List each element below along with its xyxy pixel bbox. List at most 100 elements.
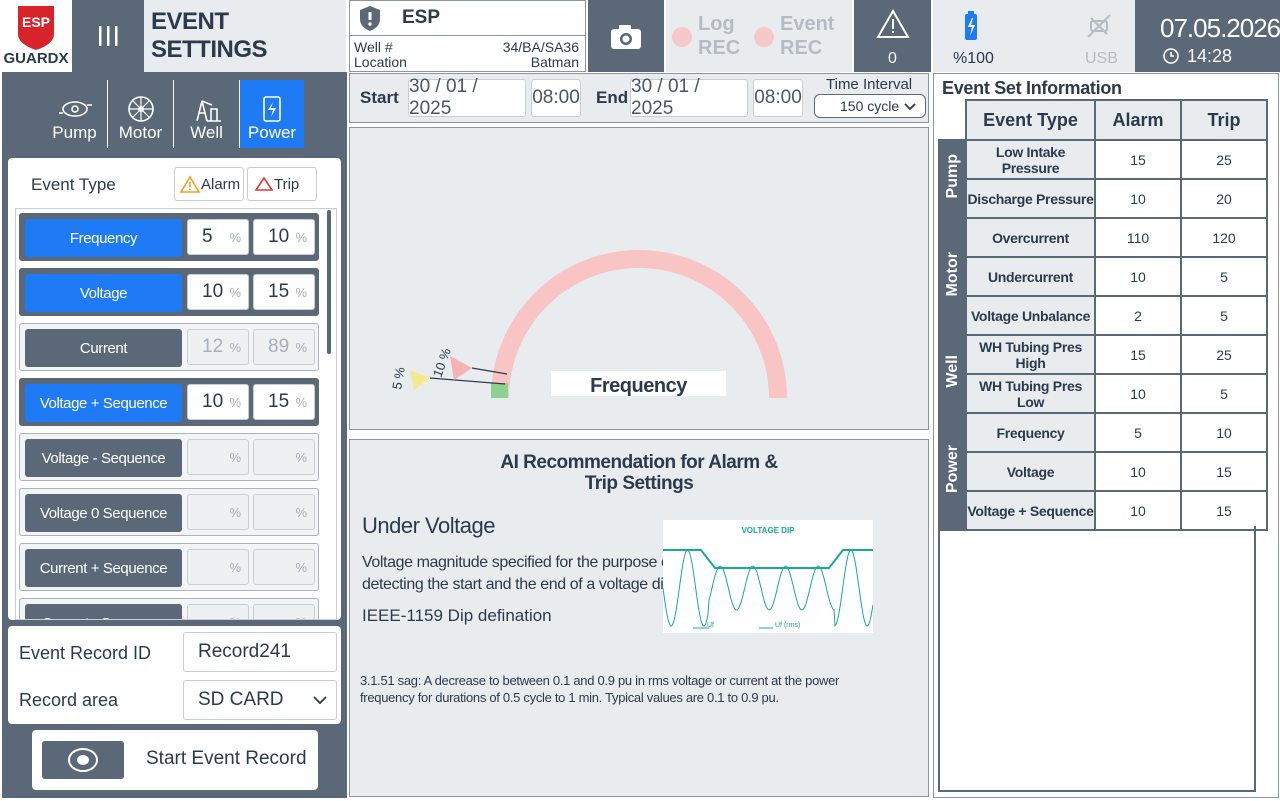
event-row[interactable]: Current - Sequence % % — [19, 598, 319, 619]
info-title: Event Set Information — [942, 78, 1122, 98]
event-row-label[interactable]: Current — [25, 329, 182, 367]
trip-threshold-input[interactable]: 15% — [253, 274, 315, 310]
percent-unit: % — [295, 559, 307, 575]
ai-title: AI Recommendation for Alarm & Trip Setti… — [350, 452, 928, 494]
percent-unit: % — [229, 559, 241, 575]
event-row[interactable]: Voltage 0 Sequence % % — [19, 488, 319, 536]
trip-threshold-input[interactable]: 15% — [253, 384, 315, 420]
alarm-cell: 10 — [1094, 373, 1182, 414]
location-label: Location — [354, 54, 407, 70]
ai-note-line2: frequency for durations of 0.5 cycle to … — [360, 690, 779, 705]
pump-icon — [58, 101, 92, 117]
time-interval-label: Time Interval — [826, 76, 913, 93]
trip-threshold-input[interactable]: 10% — [253, 219, 315, 255]
alarm-threshold-input[interactable]: 12% — [187, 329, 249, 365]
alarm-marker-icon — [410, 370, 430, 390]
trip-threshold-input[interactable]: % — [253, 549, 315, 585]
event-row-label[interactable]: Current - Sequence — [25, 604, 182, 619]
recording-status: Log REC Event REC — [666, 0, 852, 72]
end-date-input[interactable]: 30 / 01 / 2025 — [630, 76, 748, 119]
alarm-threshold-input[interactable]: % — [187, 549, 249, 585]
alarm-threshold-input[interactable]: 10% — [187, 384, 249, 420]
event-row[interactable]: Current 12% 89% — [19, 323, 319, 371]
menu-button[interactable] — [72, 0, 144, 72]
table-row: Pump Low Intake Pressure 15 25 — [938, 139, 1268, 219]
event-row-label[interactable]: Frequency — [25, 219, 182, 257]
trip-cell: 25 — [1180, 334, 1268, 375]
alarm-threshold-input[interactable]: 10% — [187, 274, 249, 310]
alarm-threshold-value: 12 — [202, 336, 224, 357]
alarm-threshold-input[interactable]: % — [187, 494, 249, 530]
gauge-ok-zone — [491, 383, 508, 398]
record-area-select[interactable]: SD CARD — [183, 680, 337, 720]
screenshot-button[interactable] — [588, 0, 664, 72]
alarm-threshold-value: 5 — [202, 226, 213, 247]
event-row[interactable]: Voltage + Sequence 10% 15% — [19, 378, 319, 426]
percent-unit: % — [295, 504, 307, 520]
voltage-dip-chart: VOLTAGE DIP Uf Uf (rms) — [663, 520, 873, 633]
percent-unit: % — [295, 449, 307, 465]
ai-recommendation-panel: AI Recommendation for Alarm & Trip Setti… — [349, 439, 929, 797]
trip-threshold-input[interactable]: % — [253, 439, 315, 475]
alarm-threshold-value: 10 — [202, 391, 224, 412]
trip-threshold-value: 10 — [268, 226, 290, 247]
alerts-button[interactable]: 0 — [854, 0, 931, 72]
event-row[interactable]: Current + Sequence % % — [19, 543, 319, 591]
percent-unit: % — [229, 504, 241, 520]
event-rec-button[interactable]: Event REC — [780, 12, 834, 60]
tab-well[interactable]: Well — [174, 80, 240, 148]
trip-cell: 25 — [1180, 139, 1268, 180]
device-info: ESP Well # 34/BA/SA36 Location Batman — [349, 0, 586, 72]
power-toggle-icon — [68, 748, 98, 772]
end-time-input[interactable]: 08:00 — [753, 79, 803, 117]
start-time-input[interactable]: 08:00 — [531, 79, 581, 117]
group-label: Power — [938, 412, 967, 531]
tab-motor[interactable]: Motor — [108, 80, 174, 148]
trip-cell: 120 — [1180, 217, 1268, 258]
time-interval-value: 150 cycle — [840, 98, 900, 114]
record-settings-card: Event Record ID Record241 Record area SD… — [8, 626, 341, 724]
log-rec-button[interactable]: Log REC — [698, 12, 740, 60]
event-row-label[interactable]: Voltage 0 Sequence — [25, 494, 182, 532]
tab-pump[interactable]: Pump — [42, 80, 108, 148]
alarm-threshold-input[interactable]: % — [187, 439, 249, 475]
alarm-cell: 2 — [1094, 295, 1182, 336]
current-time: 14:28 — [1187, 46, 1233, 66]
alarm-triangle-icon — [179, 175, 201, 193]
tab-power[interactable]: Power — [240, 80, 304, 148]
trip-threshold-input[interactable]: 89% — [253, 329, 315, 365]
time-interval-select[interactable]: 150 cycle — [814, 94, 926, 118]
event-row[interactable]: Voltage - Sequence % % — [19, 433, 319, 481]
trip-cell: 15 — [1180, 490, 1268, 531]
percent-unit: % — [229, 449, 241, 465]
brand-logo: ESP GUARDX — [0, 0, 72, 72]
event-row-label[interactable]: Voltage - Sequence — [25, 439, 182, 477]
alarm-cell: 10 — [1094, 178, 1182, 219]
trip-threshold-value: 15 — [268, 281, 290, 302]
alarm-threshold-input[interactable]: 5% — [187, 219, 249, 255]
motor-icon — [127, 96, 154, 122]
record-id-input[interactable]: Record241 — [183, 632, 337, 672]
event-type-label: Event Type — [31, 175, 116, 194]
device-status: %100 USB — [933, 0, 1135, 72]
event-row-label[interactable]: Voltage + Sequence — [25, 384, 182, 422]
trip-threshold-input[interactable]: % — [253, 604, 315, 619]
events-scrollbar[interactable] — [327, 210, 331, 354]
ai-description: Voltage magnitude specified for the purp… — [362, 552, 674, 596]
well-icon — [195, 100, 221, 122]
event-row-label[interactable]: Current + Sequence — [25, 549, 182, 587]
start-date-input[interactable]: 30 / 01 / 2025 — [408, 76, 526, 119]
power-icon — [263, 96, 281, 122]
tab-motor-label: Motor — [118, 123, 163, 142]
percent-unit: % — [295, 339, 307, 355]
alarm-threshold-input[interactable]: % — [187, 604, 249, 619]
chart-legend-1: Uf — [707, 622, 714, 629]
event-row[interactable]: Frequency 5% 10% — [19, 213, 319, 261]
event-row[interactable]: Voltage 10% 15% — [19, 268, 319, 316]
table-row: Discharge Pressure 10 20 — [939, 178, 1268, 219]
event-row-label[interactable]: Voltage — [25, 274, 182, 312]
trip-marker-icon — [450, 356, 472, 380]
start-event-record-button[interactable]: Start Event Record — [32, 730, 318, 790]
trip-threshold-input[interactable]: % — [253, 494, 315, 530]
start-record-icon-box — [42, 741, 124, 779]
